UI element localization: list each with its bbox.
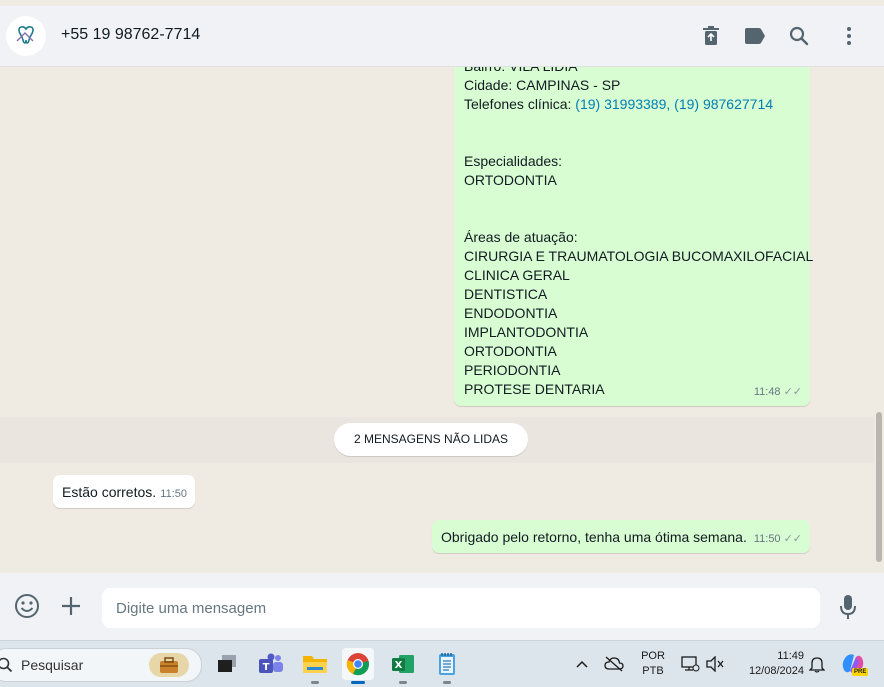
chat-scrollbar[interactable]	[876, 412, 882, 562]
emoji-icon[interactable]	[13, 592, 41, 620]
chrome-icon[interactable]	[342, 648, 374, 684]
chevron-up-icon[interactable]	[568, 648, 596, 680]
copilot-badge: PRE	[852, 668, 869, 676]
specialties-label: Especialidades:	[464, 153, 563, 169]
specialties-value: ORTODONTIA	[464, 172, 557, 188]
areas-label: Áreas de atuação:	[464, 229, 578, 245]
cloud-offline-icon[interactable]	[600, 648, 628, 680]
menu-icon[interactable]	[837, 24, 861, 48]
excel-icon[interactable]: X	[387, 648, 419, 684]
area-item: ORTODONTIA	[464, 343, 557, 359]
svg-text:T: T	[263, 662, 270, 673]
area-item: CIRURGIA E TRAUMATOLOGIA BUCOMAXILOFACIA…	[464, 248, 814, 264]
running-indicator	[399, 681, 407, 684]
message-meta: 11:48 ✓✓	[754, 383, 802, 402]
taskbar-search[interactable]: Pesquisar	[0, 648, 202, 682]
contact-name[interactable]: +55 19 98762-7714	[61, 26, 200, 44]
running-indicator	[311, 681, 319, 684]
svg-text:X: X	[395, 660, 403, 671]
area-item: PERIODONTIA	[464, 362, 561, 378]
chat-header: +55 19 98762-7714	[0, 6, 884, 67]
area-item: DENTISTICA	[464, 286, 548, 302]
microphone-icon[interactable]	[834, 593, 862, 621]
delete-icon[interactable]	[699, 24, 723, 48]
language-top: POR	[641, 650, 665, 662]
notepad-icon[interactable]	[431, 648, 463, 684]
task-view-icon[interactable]	[211, 648, 243, 680]
label-icon[interactable]	[743, 24, 767, 48]
double-check-icon: ✓✓	[783, 386, 802, 398]
clock[interactable]: 11:49 12/08/2024	[736, 649, 804, 679]
notification-bell-icon[interactable]	[804, 648, 830, 680]
unread-badge: 2 MENSAGENS NÃO LIDAS	[334, 423, 529, 456]
dentist-logo-icon	[16, 26, 34, 44]
outgoing-message[interactable]: Bairro: VILA LIDIA Cidade: CAMPINAS - SP…	[454, 67, 814, 406]
language-bottom: PTB	[642, 665, 664, 677]
area-item: CLINICA GERAL	[464, 267, 570, 283]
chat-area[interactable]: Bairro: VILA LIDIA Cidade: CAMPINAS - SP…	[0, 67, 884, 573]
active-indicator	[351, 681, 365, 684]
double-check-icon: ✓✓	[783, 533, 802, 545]
language-indicator[interactable]: POR PTB	[638, 649, 668, 679]
file-explorer-icon[interactable]	[299, 648, 331, 684]
incoming-message[interactable]: Estão corretos. 11:50	[53, 475, 195, 508]
phones-link[interactable]: (19) 31993389, (19) 987627714	[575, 96, 773, 112]
running-indicator	[443, 681, 451, 684]
message-meta: 11:50 ✓✓	[754, 530, 802, 549]
message-time: 11:50	[753, 533, 781, 545]
volume-muted-icon[interactable]	[701, 648, 729, 680]
clock-time: 11:49	[777, 650, 804, 662]
message-line: Cidade: CAMPINAS - SP	[464, 77, 621, 93]
plus-icon[interactable]	[57, 592, 85, 620]
message-text: Obrigado pelo retorno, tenha uma ótima s…	[441, 529, 747, 545]
message-time: 11:48	[753, 386, 781, 398]
search-label: Pesquisar	[21, 657, 84, 673]
copilot-icon[interactable]: PRE	[838, 648, 869, 680]
contact-avatar[interactable]	[6, 16, 46, 56]
message-time: 11:50	[160, 488, 187, 500]
area-item: IMPLANTODONTIA	[464, 324, 589, 340]
message-input[interactable]	[102, 588, 820, 628]
message-line: Telefones clínica: (19) 31993389, (19) 9…	[464, 95, 810, 114]
area-item: ENDODONTIA	[464, 305, 558, 321]
taskbar: Pesquisar T X POR PTB 11:49 12/08/2024 P…	[0, 640, 884, 687]
phones-label: Telefones clínica:	[464, 96, 576, 112]
composer	[0, 573, 884, 640]
message-text: Estão corretos.	[62, 484, 157, 500]
network-icon[interactable]	[676, 648, 704, 680]
briefcase-icon	[149, 653, 189, 677]
search-icon[interactable]	[787, 24, 811, 48]
clock-date: 12/08/2024	[748, 665, 804, 677]
message-line: Bairro: VILA LIDIA	[464, 67, 810, 76]
search-icon	[0, 657, 13, 673]
teams-icon[interactable]: T	[255, 648, 287, 680]
outgoing-message[interactable]: Obrigado pelo retorno, tenha uma ótima s…	[432, 520, 810, 553]
